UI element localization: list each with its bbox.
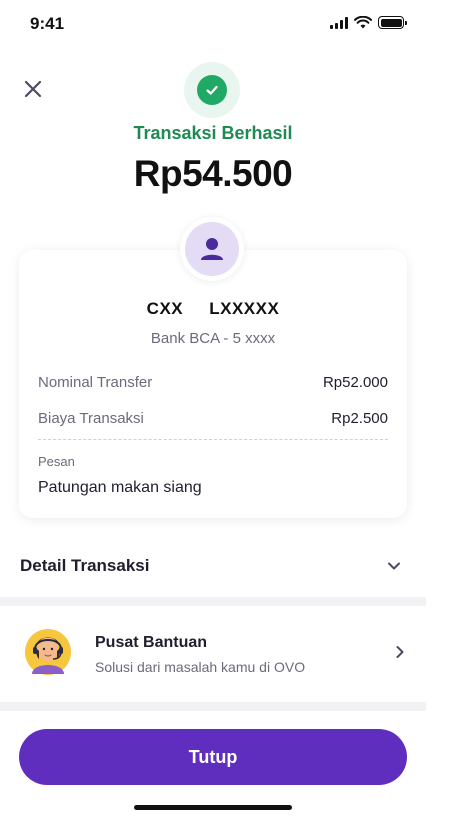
check-icon bbox=[206, 85, 218, 95]
status-time: 9:41 bbox=[30, 14, 65, 33]
status-icons bbox=[330, 16, 407, 29]
help-title: Pusat Bantuan bbox=[95, 634, 208, 651]
home-indicator bbox=[134, 805, 292, 810]
success-badge bbox=[184, 62, 240, 118]
support-agent-icon bbox=[25, 629, 71, 675]
help-subtitle: Solusi dari masalah kamu di OVO bbox=[95, 659, 306, 675]
status-bar: 9:41 bbox=[0, 0, 426, 48]
section-divider bbox=[0, 597, 426, 606]
breakdown-row-nominal: Nominal Transfer Rp52.000 bbox=[38, 374, 388, 391]
user-icon bbox=[201, 238, 223, 260]
transaction-status: Transaksi Berhasil bbox=[133, 123, 293, 143]
detail-title: Detail Transaksi bbox=[20, 556, 150, 575]
receipt-screen: 9:41 Transaksi Berhasil Rp54.500 CXX LXX… bbox=[0, 0, 426, 821]
recipient-bank: Bank BCA - 5 xxxx bbox=[150, 330, 276, 347]
section-divider bbox=[0, 702, 426, 711]
help-center-row[interactable]: Pusat Bantuan Solusi dari masalah kamu d… bbox=[0, 612, 426, 698]
dashed-divider bbox=[38, 439, 388, 440]
chevron-right-icon bbox=[396, 646, 404, 658]
breakdown-value: Rp2.500 bbox=[331, 410, 388, 427]
detail-transaction-toggle[interactable]: Detail Transaksi bbox=[0, 540, 426, 592]
recipient-name: CXX LXXXXX bbox=[146, 299, 280, 318]
cellular-signal-icon bbox=[330, 16, 348, 29]
recipient-card: CXX LXXXXX Bank BCA - 5 xxxx Nominal Tra… bbox=[19, 250, 407, 518]
close-button[interactable]: Tutup bbox=[19, 729, 407, 785]
note-label: Pesan bbox=[38, 454, 75, 469]
battery-icon bbox=[378, 16, 407, 29]
breakdown-row-fee: Biaya Transaksi Rp2.500 bbox=[38, 410, 388, 427]
note-value: Patungan makan siang bbox=[38, 479, 202, 496]
recipient-avatar bbox=[180, 217, 244, 281]
chevron-down-icon bbox=[388, 562, 400, 570]
transaction-amount: Rp54.500 bbox=[133, 153, 293, 194]
success-circle bbox=[197, 75, 227, 105]
breakdown-value: Rp52.000 bbox=[322, 374, 388, 391]
breakdown-label: Nominal Transfer bbox=[38, 374, 153, 391]
close-icon[interactable] bbox=[22, 78, 44, 100]
breakdown-label: Biaya Transaksi bbox=[38, 410, 144, 427]
wifi-icon bbox=[354, 16, 372, 29]
